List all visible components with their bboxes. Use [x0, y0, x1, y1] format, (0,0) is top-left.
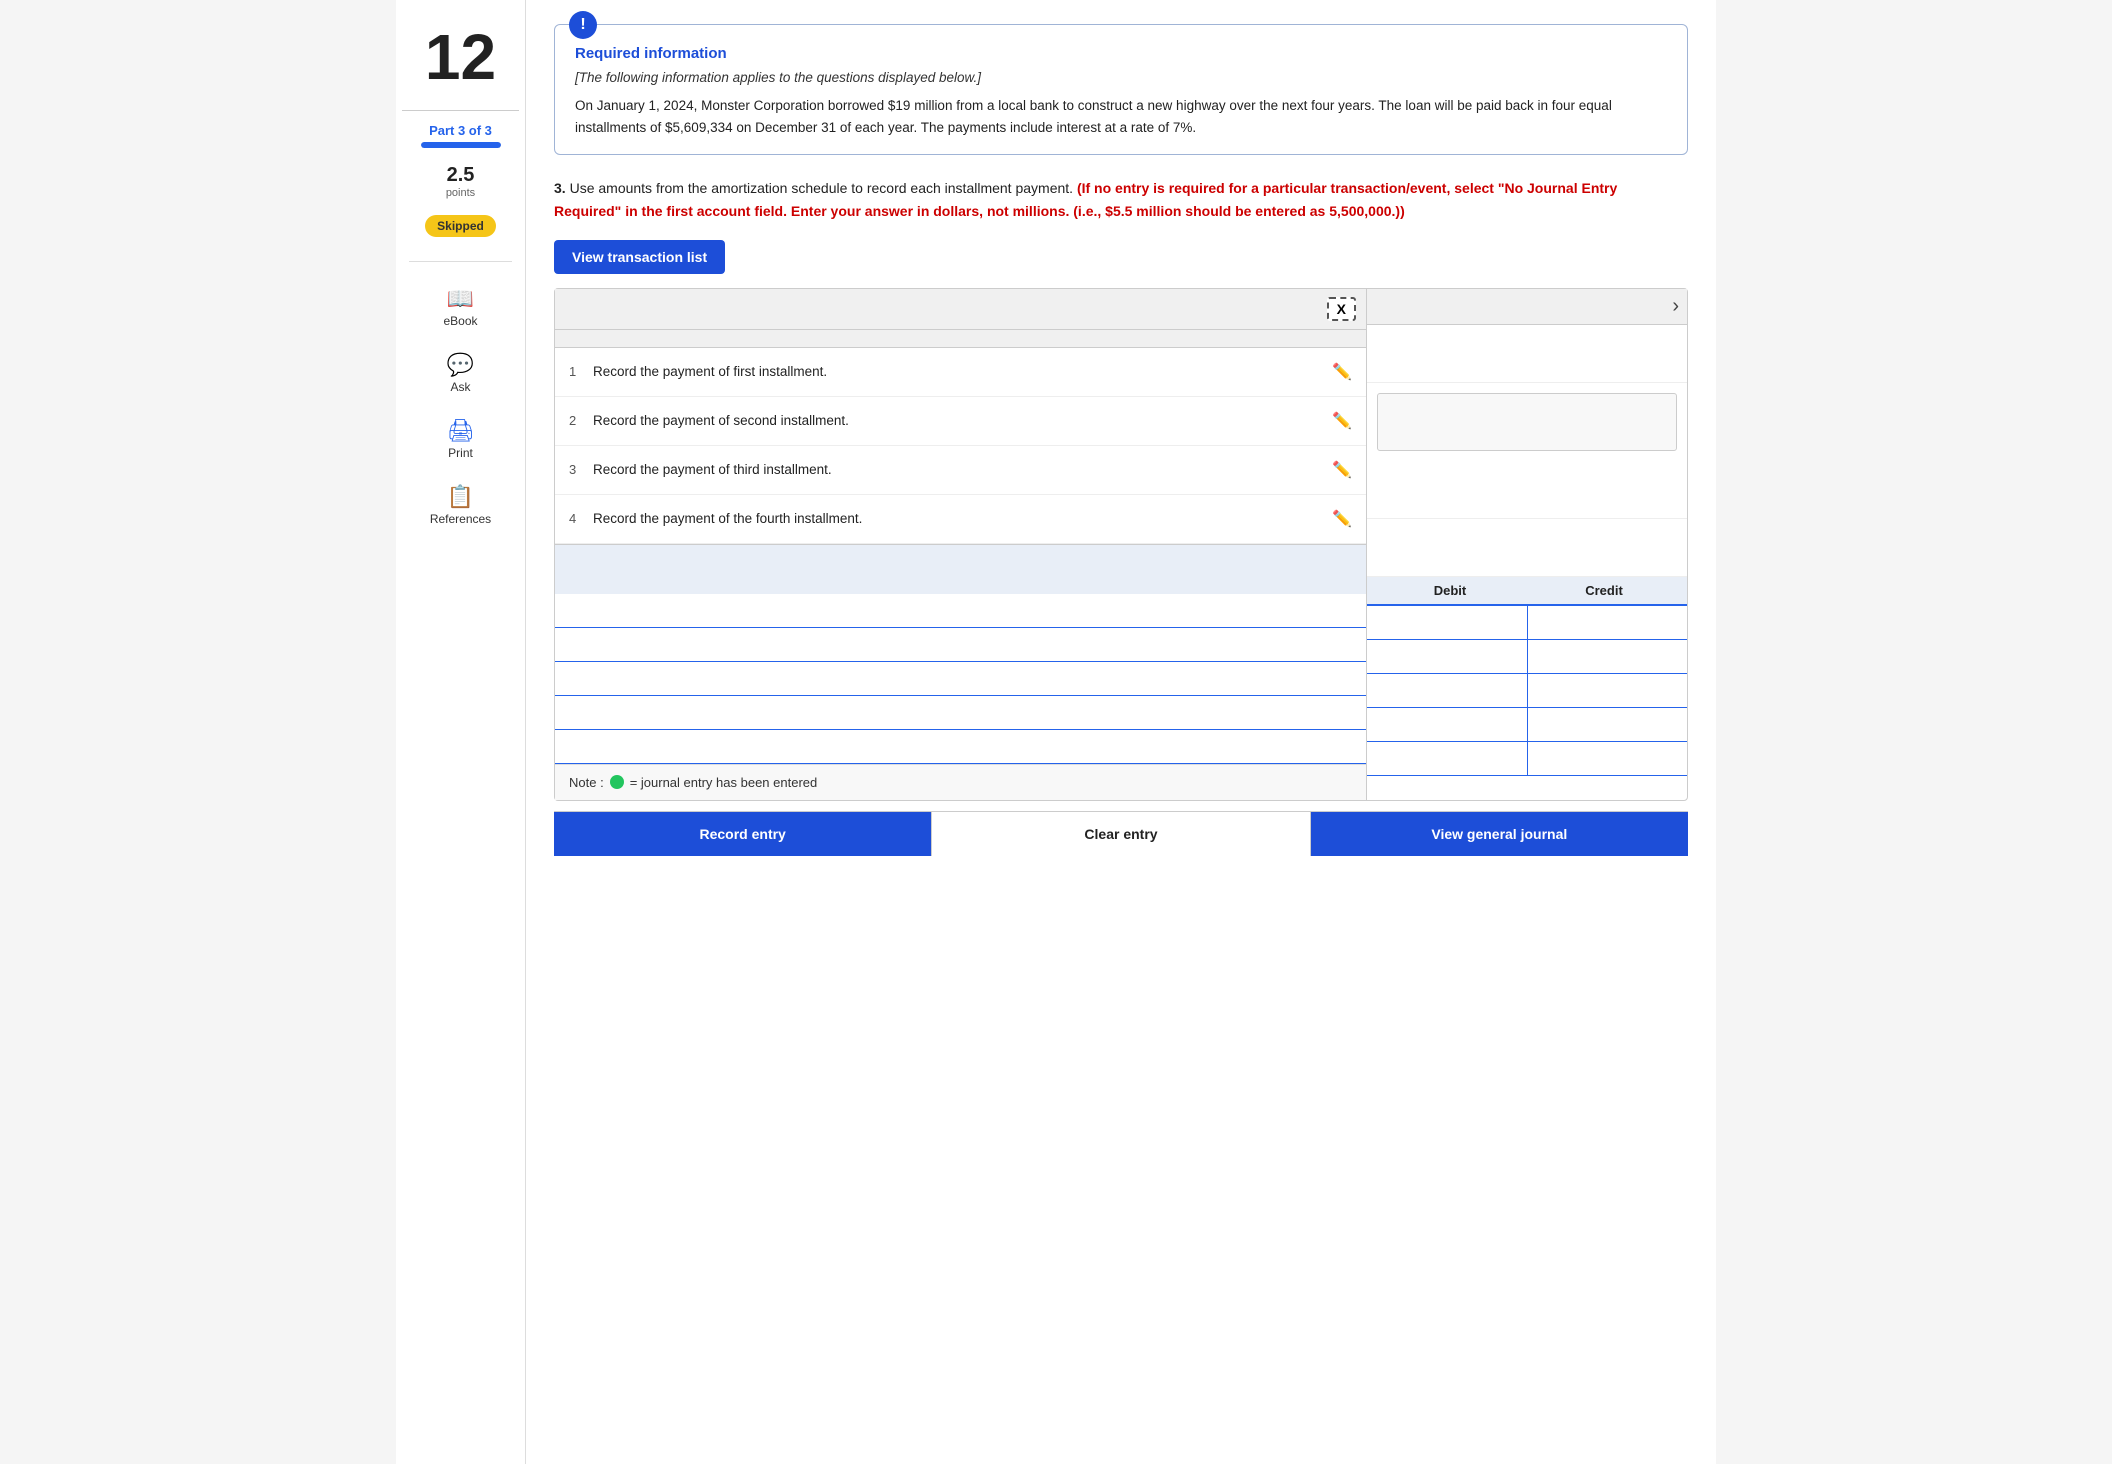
view-general-journal-button[interactable]: View general journal: [1311, 812, 1688, 856]
print-label: Print: [448, 446, 473, 460]
part-info: Part 3 of 3: [429, 123, 492, 138]
journal-credit-5[interactable]: [1528, 742, 1688, 775]
edit-button-3[interactable]: ✏️: [1332, 460, 1352, 480]
ebook-icon: 📖: [447, 286, 474, 312]
transaction-panel: X 1 Record the payment of first installm…: [554, 288, 1688, 801]
sidebar-item-print[interactable]: 🖨 Print: [396, 410, 525, 468]
ask-label: Ask: [450, 380, 470, 394]
sidebar: 12 Part 3 of 3 2.5 points Skipped 📖 eBoo…: [396, 0, 526, 1464]
transaction-item-1: 1 Record the payment of first installmen…: [555, 348, 1366, 397]
journal-debit-1[interactable]: [1367, 606, 1528, 639]
journal-rows: [1367, 606, 1687, 776]
action-buttons-row: Record entry Clear entry View general jo…: [554, 811, 1688, 856]
journal-section: › Debit Credit: [1367, 289, 1687, 800]
credit-input-4[interactable]: [1534, 717, 1682, 732]
transaction-desc-4: Record the payment of the fourth install…: [593, 511, 1322, 526]
close-button[interactable]: X: [1327, 297, 1356, 321]
record-entry-button[interactable]: Record entry: [554, 812, 931, 856]
info-box: ! Required information [The following in…: [554, 24, 1688, 155]
main-content: ! Required information [The following in…: [526, 0, 1716, 1464]
debit-input-3[interactable]: [1373, 683, 1521, 698]
info-box-title: Required information: [575, 45, 1667, 62]
journal-credit-2[interactable]: [1528, 640, 1688, 673]
info-box-subtitle: [The following information applies to th…: [575, 70, 1667, 85]
navigate-next-button[interactable]: ›: [1672, 295, 1679, 318]
debit-input-4[interactable]: [1373, 717, 1521, 732]
journal-arrow-row: ›: [1367, 289, 1687, 325]
journal-col-credit-header: Credit: [1529, 583, 1679, 598]
transaction-desc-2: Record the payment of second installment…: [593, 413, 1322, 428]
journal-credit-3[interactable]: [1528, 674, 1688, 707]
edit-button-4[interactable]: ✏️: [1332, 509, 1352, 529]
question-number: 12: [425, 20, 496, 94]
note-text-prefix: Note :: [569, 775, 604, 790]
credit-input-3[interactable]: [1534, 683, 1682, 698]
green-dot: [610, 775, 624, 789]
transaction-desc-1: Record the payment of first installment.: [593, 364, 1322, 379]
print-icon: 🖨: [447, 418, 475, 444]
credit-input-2[interactable]: [1534, 649, 1682, 664]
sidebar-divider: [409, 261, 512, 262]
edit-button-2[interactable]: ✏️: [1332, 411, 1352, 431]
sidebar-nav: 📖 eBook 💬 Ask 🖨 Print 📋 References: [396, 278, 525, 534]
journal-debit-2[interactable]: [1367, 640, 1528, 673]
points-value: 2.5: [446, 164, 475, 187]
debit-input-1[interactable]: [1373, 615, 1521, 630]
journal-row-2: [1367, 640, 1687, 674]
transaction-item-4: 4 Record the payment of the fourth insta…: [555, 495, 1366, 544]
transaction-num-3: 3: [569, 462, 583, 477]
debit-input-5[interactable]: [1373, 751, 1521, 766]
edit-button-1[interactable]: ✏️: [1332, 362, 1352, 382]
credit-input-5[interactable]: [1534, 751, 1682, 766]
question-text: 3. Use amounts from the amortization sch…: [554, 177, 1688, 222]
sidebar-item-references[interactable]: 📋 References: [396, 476, 525, 534]
info-box-body: On January 1, 2024, Monster Corporation …: [575, 95, 1667, 138]
journal-debit-3[interactable]: [1367, 674, 1528, 707]
journal-col-headers: Debit Credit: [1367, 577, 1687, 606]
journal-row-1: [1367, 606, 1687, 640]
points-label: points: [446, 187, 475, 199]
points-section: 2.5 points: [446, 164, 475, 199]
credit-input-1[interactable]: [1534, 615, 1682, 630]
journal-debit-4[interactable]: [1367, 708, 1528, 741]
transaction-list-section: X 1 Record the payment of first installm…: [555, 289, 1367, 800]
skipped-badge: Skipped: [425, 215, 496, 237]
progress-bar: [421, 142, 501, 148]
progress-bar-fill: [421, 142, 501, 148]
question-number-label: 3.: [554, 180, 566, 196]
transaction-item-2: 2 Record the payment of second installme…: [555, 397, 1366, 446]
ask-icon: 💬: [447, 352, 474, 378]
transaction-num-4: 4: [569, 511, 583, 526]
journal-col-debit-header: Debit: [1375, 583, 1525, 598]
journal-credit-4[interactable]: [1528, 708, 1688, 741]
references-label: References: [430, 512, 491, 526]
journal-row-5: [1367, 742, 1687, 776]
info-icon: !: [569, 11, 597, 39]
note-text-suffix: = journal entry has been entered: [630, 775, 818, 790]
journal-row-4: [1367, 708, 1687, 742]
sidebar-item-ask[interactable]: 💬 Ask: [396, 344, 525, 402]
transaction-desc-3: Record the payment of third installment.: [593, 462, 1322, 477]
note-row: Note : = journal entry has been entered: [555, 764, 1366, 800]
journal-row-3: [1367, 674, 1687, 708]
journal-credit-1[interactable]: [1528, 606, 1688, 639]
view-transaction-button[interactable]: View transaction list: [554, 240, 725, 274]
ebook-label: eBook: [443, 314, 477, 328]
references-icon: 📋: [447, 484, 474, 510]
sidebar-item-ebook[interactable]: 📖 eBook: [396, 278, 525, 336]
transaction-item-3: 3 Record the payment of third installmen…: [555, 446, 1366, 495]
clear-entry-button[interactable]: Clear entry: [931, 812, 1310, 856]
transaction-num-1: 1: [569, 364, 583, 379]
journal-debit-5[interactable]: [1367, 742, 1528, 775]
transaction-num-2: 2: [569, 413, 583, 428]
question-intro: Use amounts from the amortization schedu…: [570, 180, 1073, 196]
transaction-header-row: X: [555, 289, 1366, 330]
debit-input-2[interactable]: [1373, 649, 1521, 664]
